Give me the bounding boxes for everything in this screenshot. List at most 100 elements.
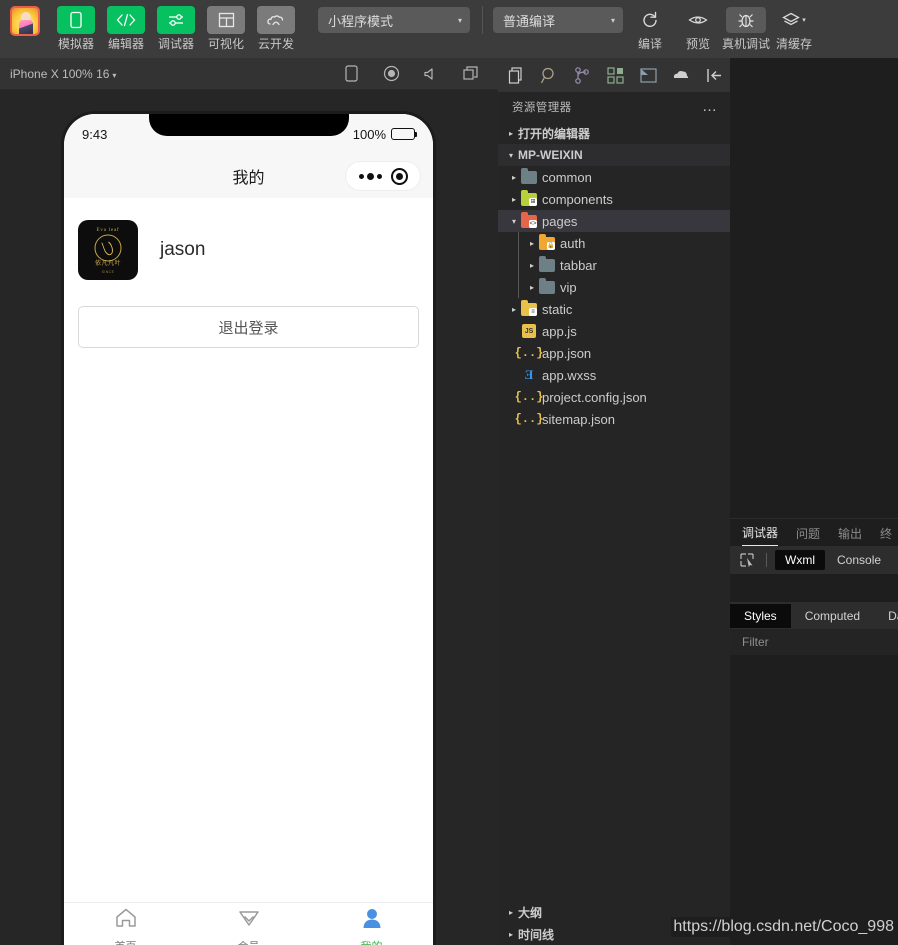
chevron-down-icon[interactable]: ▾ [508,217,520,226]
debug-console-icon[interactable] [636,63,660,87]
styles-tab-computed[interactable]: Computed [791,604,874,628]
bug-icon [726,7,766,33]
tree-file-sitemap-json[interactable]: {..} sitemap.json [498,408,730,430]
source-control-icon[interactable] [570,63,594,87]
tree-folder-auth[interactable]: ▸ 🔒 auth [498,232,730,254]
wechat-capsule[interactable] [345,161,421,191]
folder-icon: ≡ [520,299,538,317]
extensions-icon[interactable] [603,63,627,87]
json-file-icon: {..} [514,346,544,360]
chevron-right-icon[interactable]: ▸ [508,173,520,182]
tabbar-item-vip[interactable]: 会员 [187,903,310,945]
debugger-subtab-console[interactable]: Console [827,550,891,570]
debugger-tab-1[interactable]: 问题 [796,525,820,546]
styles-tab-dataset[interactable]: Datase [874,604,898,628]
user-avatar[interactable] [10,6,40,36]
cloud-dev-icon[interactable] [669,63,693,87]
brand-logo-avatar[interactable]: Eva leaf 依凡凡叶 SINCE [78,220,138,280]
section-project-root[interactable]: ▾ MP-WEIXIN [498,144,730,166]
toolbar-tool-label: 编辑器 [107,37,144,51]
tree-folder-tabbar[interactable]: ▸ tabbar [498,254,730,276]
styles-tab-styles[interactable]: Styles [730,603,791,628]
phone-rotate-icon[interactable] [342,65,360,83]
chevron-right-icon[interactable]: ▸ [508,195,520,204]
phone-icon [57,6,95,34]
tabbar-label-home: 首页 [115,938,137,945]
more-menu-icon[interactable] [358,172,382,180]
tree-item-label: common [542,169,592,185]
diamond-icon [237,907,261,934]
tabbar-item-home[interactable]: 首页 [64,903,187,945]
tree-file-app-json[interactable]: {..} app.json [498,342,730,364]
record-icon[interactable] [382,65,400,83]
toolbar-action-layers[interactable]: ▾ 清缓存 [771,0,817,51]
tree-folder-vip[interactable]: ▸ vip [498,276,730,298]
layout-icon [207,6,245,34]
toolbar-action-label: 真机调试 [722,37,771,51]
project-mode-value: 小程序模式 [328,13,394,29]
tree-folder-common[interactable]: ▸ common [498,166,730,188]
chevron-right-icon[interactable]: ▸ [508,305,520,314]
section-timeline-label: 时间线 [518,927,555,942]
close-capsule-icon[interactable] [390,167,408,185]
chevron-right-icon[interactable]: ▸ [526,261,538,270]
volume-icon[interactable] [422,65,440,83]
explorer-more-button[interactable]: … [702,99,718,114]
toolbar-action-eye[interactable]: 预览 [675,0,721,51]
tree-file-app-wxss[interactable]: Ǝapp.wxss [498,364,730,386]
battery-percent: 100% [352,126,386,142]
simulator-icons [342,65,488,83]
collapse-panel-icon[interactable] [702,63,726,87]
chevron-right-icon: ▸ [508,907,513,917]
styles-filter-input[interactable]: Filter [730,629,898,655]
editor-area [730,58,898,518]
toolbar-tool-sliders[interactable]: 调试器 [152,0,200,51]
js-file-icon: JS [520,323,538,339]
eye-icon [678,7,718,33]
toolbar-tool-phone[interactable]: 模拟器 [52,0,100,51]
folder-icon [538,277,556,295]
debugger-subtab-wxml[interactable]: Wxml [775,550,825,570]
tree-folder-pages[interactable]: ▾ <> pages [498,210,730,232]
status-right: 100% [352,126,417,142]
device-select[interactable]: iPhone X 100% 16 ▾ [10,67,116,81]
status-time: 9:43 [82,126,108,142]
toolbar-action-refresh[interactable]: 编译 [627,0,673,51]
tree-file-app-js[interactable]: JS app.js [498,320,730,342]
toolbar-tool-layout[interactable]: 可视化 [202,0,250,51]
logout-button[interactable]: 退出登录 [78,306,419,348]
compile-mode-select[interactable]: 普通编译 ▾ [493,7,623,33]
battery-icon [391,128,417,140]
watermark-text: https://blog.csdn.net/Coco_998 [671,917,896,937]
tree-folder-static[interactable]: ▸ ≡ static [498,298,730,320]
tabbar-label-vip: 会员 [238,938,260,945]
files-icon[interactable] [504,63,528,87]
debugger-panel: 调试器问题输出终 Wxml Console Styles Computed Da… [730,518,898,945]
simulator-pane: iPhone X 100% 16 ▾ 9:43 100% 我的 Eva leaf… [0,58,498,945]
tree-folder-components[interactable]: ▸ ⊞ components [498,188,730,210]
folder-badge: 🔒 [547,241,555,250]
tree-item-label: vip [560,279,577,295]
folder-icon [538,255,556,273]
tabbar-item-mine[interactable]: 我的 [310,903,433,945]
toolbar-action-label: 预览 [685,37,710,51]
window-icon[interactable] [462,65,480,83]
chevron-right-icon[interactable]: ▸ [526,239,538,248]
debugger-tab-2[interactable]: 输出 [838,525,862,546]
folder-badge: ⊞ [529,197,537,206]
section-open-editors[interactable]: ▸ 打开的编辑器 [498,122,730,144]
tree-file-project-config-json[interactable]: {..} project.config.json [498,386,730,408]
inspect-element-icon[interactable] [736,550,758,570]
debugger-tab-0[interactable]: 调试器 [742,524,779,546]
chevron-down-icon: ▾ [508,150,513,160]
chevron-right-icon[interactable]: ▸ [526,283,538,292]
search-icon[interactable] [537,63,561,87]
toolbar-tool-label: 可视化 [207,37,244,51]
toolbar-tool-code[interactable]: 编辑器 [102,0,150,51]
debugger-tab-3[interactable]: 终 [880,525,892,546]
toolbar-tool-cloud[interactable]: 云开发 [252,0,300,51]
chevron-right-icon: ▸ [508,128,513,138]
layers-icon: ▾ [774,7,814,33]
project-mode-select[interactable]: 小程序模式 ▾ [318,7,470,33]
toolbar-action-bug[interactable]: 真机调试 [722,0,771,51]
